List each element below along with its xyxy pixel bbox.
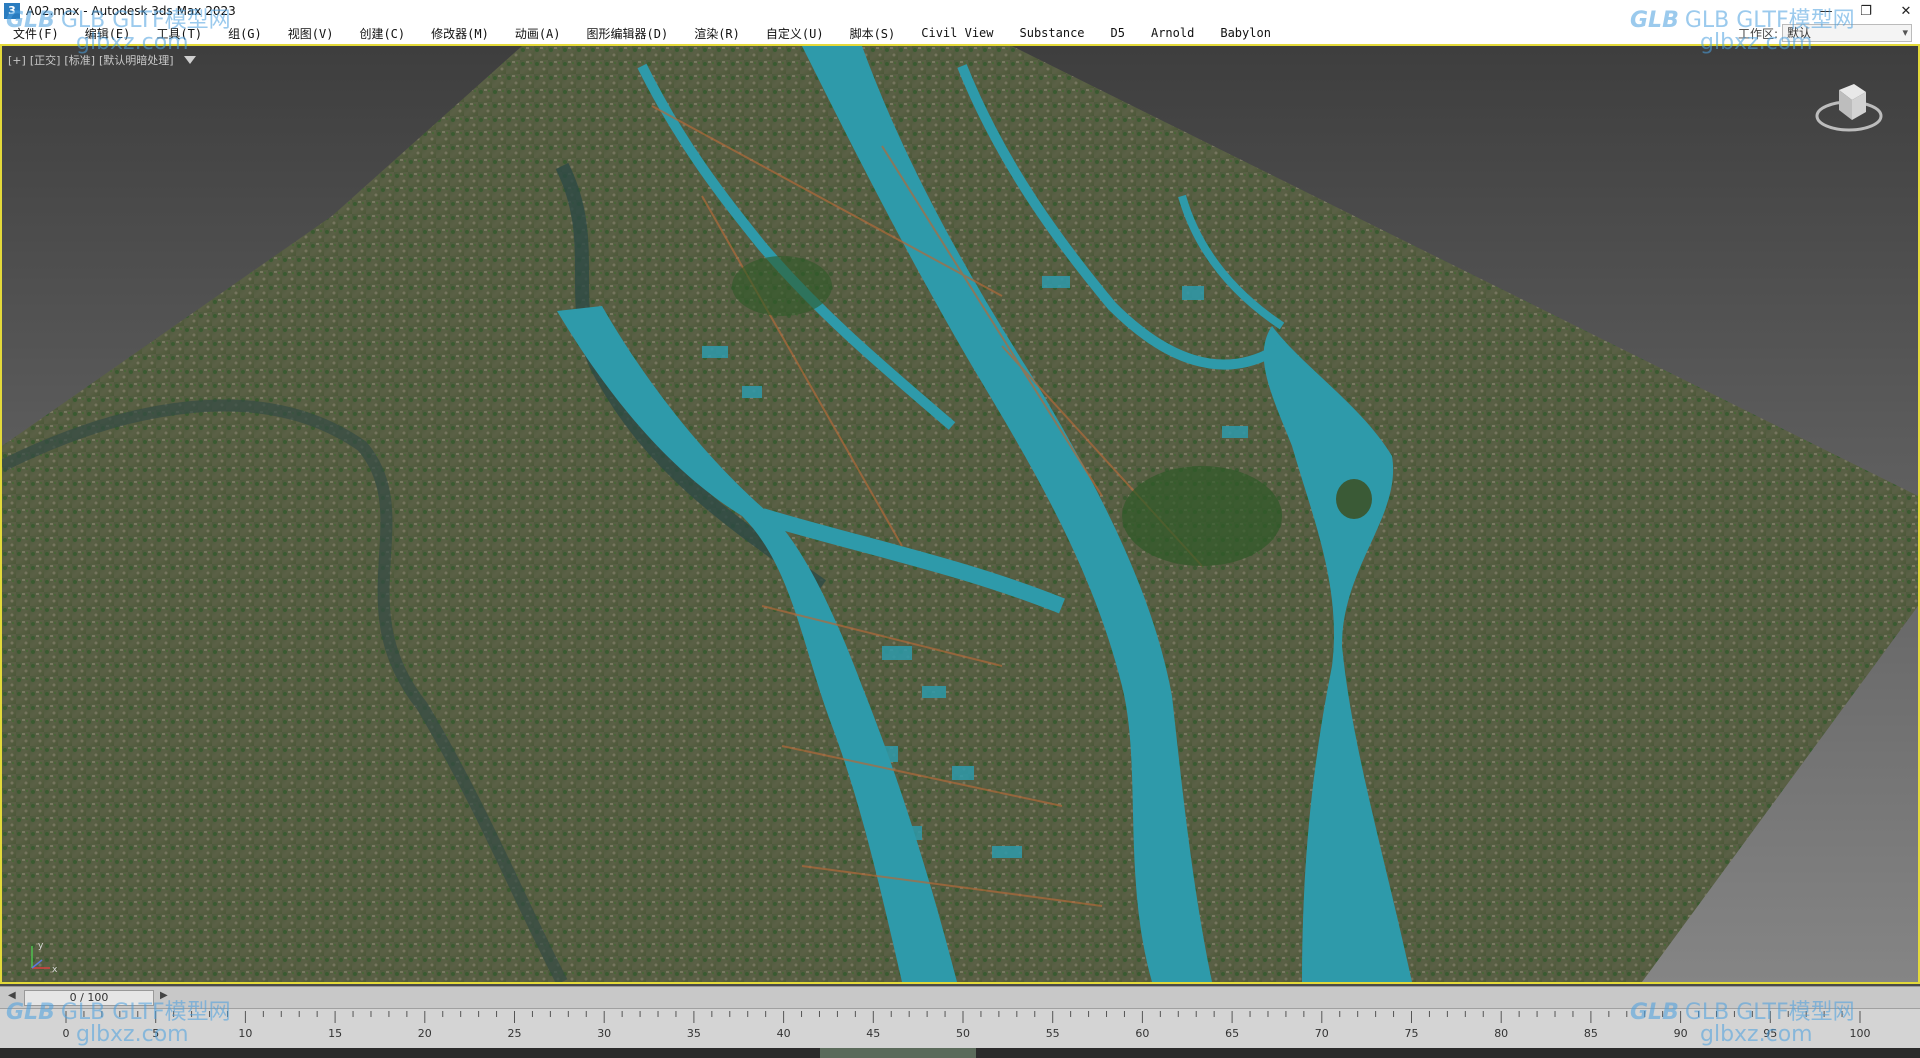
- 3ds-max-app-icon[interactable]: 3: [4, 3, 20, 19]
- menu-create[interactable]: 创建(C): [346, 25, 418, 42]
- ruler-tick-label: 10: [238, 1027, 252, 1040]
- 3ds-max-window: 3 A02.max - Autodesk 3ds Max 2023 — ❐ ✕ …: [0, 0, 1920, 1058]
- ruler-tick-label: 15: [328, 1027, 342, 1040]
- viewport-lighting-mode[interactable]: [默认明暗处理]: [99, 52, 174, 68]
- ruler-tick-label: 40: [777, 1027, 791, 1040]
- ruler-tick-label: 75: [1405, 1027, 1419, 1040]
- ruler-tick-label: 85: [1584, 1027, 1598, 1040]
- ruler-tick-label: 65: [1225, 1027, 1239, 1040]
- ruler-tick-label: 25: [508, 1027, 522, 1040]
- ruler-tick-label: 45: [866, 1027, 880, 1040]
- island-small: [1336, 479, 1372, 519]
- viewport-label: [+] [正交] [标准] [默认明暗处理]: [8, 52, 196, 68]
- time-slider-bar: ◀ 0 / 100 ▶: [0, 986, 1920, 1008]
- ruler-tick-label: 100: [1850, 1027, 1871, 1040]
- menu-substance[interactable]: Substance: [1007, 26, 1098, 40]
- menu-group[interactable]: 组(G): [215, 25, 275, 42]
- ruler-tick-label: 35: [687, 1027, 701, 1040]
- menu-rendering[interactable]: 渲染(R): [681, 25, 753, 42]
- ruler-tick-label: 60: [1135, 1027, 1149, 1040]
- status-progress: [820, 1048, 976, 1058]
- ruler-tick-label: 80: [1494, 1027, 1508, 1040]
- close-icon[interactable]: ✕: [1898, 4, 1914, 19]
- track-bar-ruler: 0 5 10 15 20 25 30 35 40 45 50 55 60 65 70 75 80 85 90 95 10…: [63, 1011, 1871, 1040]
- ruler-tick-label: 50: [956, 1027, 970, 1040]
- status-bar: [0, 1048, 1920, 1058]
- menu-file[interactable]: 文件(F): [0, 25, 72, 42]
- menu-bar: 文件(F) 编辑(E) 工具(T) 组(G) 视图(V) 创建(C) 修改器(M…: [0, 22, 1920, 44]
- hill-area: [732, 256, 832, 316]
- menu-modifiers[interactable]: 修改器(M): [418, 25, 502, 42]
- menu-scripting[interactable]: 脚本(S): [837, 25, 909, 42]
- ruler-tick-label: 55: [1046, 1027, 1060, 1040]
- menu-animation[interactable]: 动画(A): [502, 25, 574, 42]
- menu-customize[interactable]: 自定义(U): [753, 25, 837, 42]
- svg-text:y: y: [38, 941, 44, 951]
- filter-icon[interactable]: [183, 56, 196, 64]
- terrain-plane: [2, 46, 1918, 982]
- ruler-tick-label: 0: [63, 1027, 70, 1040]
- ruler-tick-label: 70: [1315, 1027, 1329, 1040]
- prev-frame-icon[interactable]: ◀: [8, 990, 16, 1001]
- window-title: A02.max - Autodesk 3ds Max 2023: [26, 4, 236, 18]
- ruler-tick-label: 90: [1674, 1027, 1688, 1040]
- menu-views[interactable]: 视图(V): [275, 25, 347, 42]
- restore-icon[interactable]: ❐: [1858, 4, 1874, 19]
- menu-tools[interactable]: 工具(T): [143, 25, 215, 42]
- viewcube-icon[interactable]: [1814, 76, 1884, 136]
- menu-edit[interactable]: 编辑(E): [72, 25, 144, 42]
- menu-civil-view[interactable]: Civil View: [908, 26, 1006, 40]
- window-controls: — ❐ ✕: [1818, 0, 1914, 22]
- axis-gizmo-icon: y x: [31, 941, 58, 975]
- perspective-viewport[interactable]: [+] [正交] [标准] [默认明暗处理] y x: [0, 44, 1920, 984]
- ruler-tick-label: 95: [1763, 1027, 1777, 1040]
- workspace-selector: 工作区: 默认: [1738, 22, 1912, 44]
- viewport-menu-plus[interactable]: [+]: [8, 54, 26, 67]
- terrain-map-model[interactable]: [2, 46, 1918, 982]
- ruler-tick-label: 30: [597, 1027, 611, 1040]
- viewport-shading-mode[interactable]: [标准]: [64, 52, 95, 68]
- viewport-view-mode[interactable]: [正交]: [30, 52, 61, 68]
- green-island: [1122, 466, 1282, 566]
- menu-graph-editors[interactable]: 图形编辑器(D): [574, 25, 682, 42]
- menu-babylon[interactable]: Babylon: [1207, 26, 1284, 40]
- time-slider-thumb[interactable]: 0 / 100: [24, 990, 154, 1006]
- next-frame-icon[interactable]: ▶: [160, 990, 168, 1001]
- workspace-dropdown[interactable]: 默认: [1782, 24, 1912, 42]
- menu-d5[interactable]: D5: [1098, 26, 1138, 40]
- track-bar[interactable]: 0 5 10 15 20 25 30 35 40 45 50 55 60 65 70 75 80 85 90 95 10…: [0, 1008, 1920, 1048]
- svg-text:x: x: [52, 965, 58, 975]
- title-bar: 3 A02.max - Autodesk 3ds Max 2023 — ❐ ✕: [0, 0, 1920, 22]
- menu-arnold[interactable]: Arnold: [1138, 26, 1207, 40]
- minimize-icon[interactable]: —: [1818, 4, 1834, 19]
- ruler-tick-label: 20: [418, 1027, 432, 1040]
- workspace-label: 工作区:: [1737, 26, 1778, 41]
- ruler-tick-label: 5: [152, 1027, 159, 1040]
